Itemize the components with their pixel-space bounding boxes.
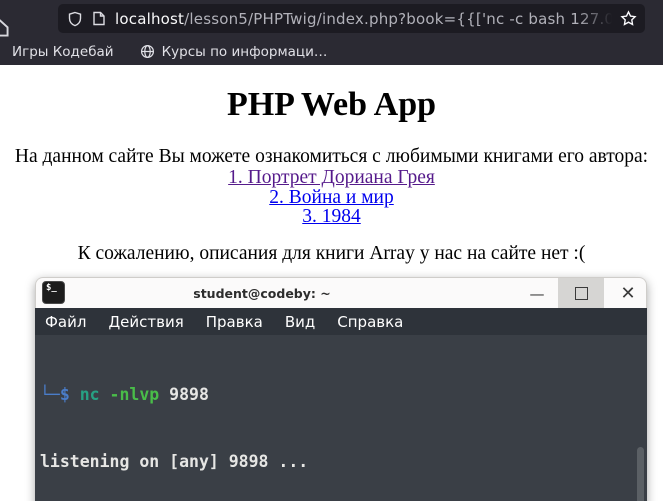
command-flags: -nlvp xyxy=(99,384,160,404)
terminal-window: $_ student@codeby: ~ — ✕ Файл Действия П… xyxy=(35,277,647,501)
terminal-scrollbar-thumb[interactable] xyxy=(637,447,644,501)
command-name: nc xyxy=(69,384,100,404)
shield-icon[interactable] xyxy=(67,11,83,27)
terminal-line: listening on [any] 9898 ... xyxy=(40,452,309,472)
browser-chrome: localhost/lesson5/PHPTwig/index.php?book… xyxy=(0,0,663,65)
close-button[interactable]: ✕ xyxy=(612,278,644,308)
terminal-output[interactable]: └─$ nc -nlvp 9898 listening on [any] 989… xyxy=(35,335,647,501)
bookmark-item-games[interactable]: Игры Кодебай xyxy=(12,44,114,60)
menu-edit[interactable]: Правка xyxy=(206,313,263,331)
command-arg: 9898 xyxy=(159,384,209,404)
page-info-icon[interactable] xyxy=(92,11,106,26)
menu-file[interactable]: Файл xyxy=(45,313,86,331)
url-text[interactable]: localhost/lesson5/PHPTwig/index.php?book… xyxy=(115,9,612,28)
intro-text: На данном сайте Вы можете ознакомиться с… xyxy=(14,146,649,167)
bookmark-item-courses[interactable]: Курсы по информаци… xyxy=(140,43,328,60)
terminal-app-icon: $_ xyxy=(42,281,65,304)
terminal-titlebar[interactable]: $_ student@codeby: ~ — ✕ xyxy=(35,277,647,308)
bookmarks-bar: Игры Кодебай Курсы по информаци… xyxy=(0,38,663,65)
notice-text: К сожалению, описания для книги Array у … xyxy=(77,242,586,264)
terminal-title: student@codeby: ~ xyxy=(193,286,331,301)
book-links: 1. Портрет Дориана Грея 2. Война и мир 3… xyxy=(0,168,663,227)
minimize-button[interactable]: — xyxy=(523,278,551,308)
shell-prompt: └─$ xyxy=(40,384,70,404)
maximize-button[interactable] xyxy=(558,278,604,308)
menu-actions[interactable]: Действия xyxy=(108,313,183,331)
book-link-3[interactable]: 3. 1984 xyxy=(0,207,663,227)
browser-navbar: localhost/lesson5/PHPTwig/index.php?book… xyxy=(0,0,663,38)
book-link-1[interactable]: 1. Портрет Дориана Грея xyxy=(0,168,663,188)
terminal-prompt-line: └─$ nc -nlvp 9898 xyxy=(40,384,647,406)
bookmark-label: Курсы по информаци… xyxy=(161,43,328,60)
globe-icon xyxy=(140,44,155,59)
terminal-menubar: Файл Действия Правка Вид Справка xyxy=(35,308,647,335)
book-link-2[interactable]: 2. Война и мир xyxy=(0,187,663,208)
maximize-icon xyxy=(574,287,588,300)
page-title: PHP Web App xyxy=(226,86,437,123)
url-host: localhost xyxy=(115,9,185,28)
bookmark-label: Игры Кодебай xyxy=(12,43,114,60)
url-path: /lesson5/PHPTwig/index.php?book={{['nc -… xyxy=(184,9,612,28)
bookmark-star-icon[interactable] xyxy=(620,10,637,27)
menu-view[interactable]: Вид xyxy=(285,313,315,331)
url-bar[interactable]: localhost/lesson5/PHPTwig/index.php?book… xyxy=(58,4,645,33)
menu-help[interactable]: Справка xyxy=(337,313,403,331)
screen: localhost/lesson5/PHPTwig/index.php?book… xyxy=(0,0,663,501)
